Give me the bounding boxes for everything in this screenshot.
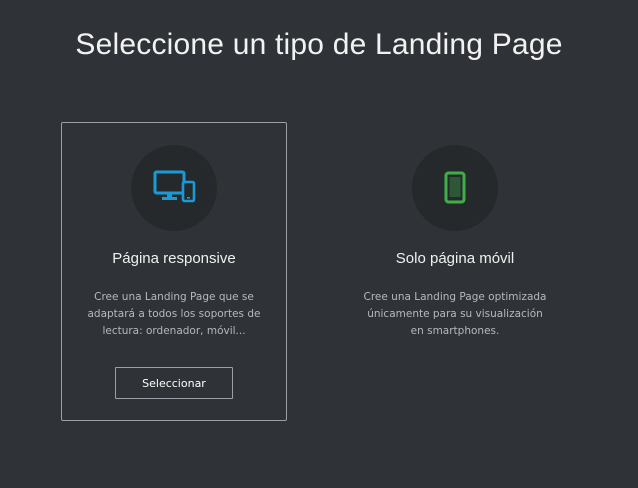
icon-circle bbox=[131, 145, 217, 231]
option-title: Página responsive bbox=[112, 250, 236, 267]
devices-icon bbox=[153, 170, 196, 203]
smartphone-icon bbox=[444, 171, 466, 204]
option-title: Solo página móvil bbox=[395, 250, 515, 267]
page-title: Seleccione un tipo de Landing Page bbox=[75, 28, 563, 61]
option-description: Cree una Landing Page optimizada únicame… bbox=[363, 291, 547, 337]
option-card-responsive[interactable]: Página responsive Cree una Landing Page … bbox=[61, 122, 287, 421]
landing-page-type-selector: Seleccione un tipo de Landing Page Págin… bbox=[0, 0, 638, 488]
option-card-mobile[interactable]: Solo página móvil Cree una Landing Page … bbox=[342, 122, 568, 421]
icon-circle bbox=[412, 145, 498, 231]
option-description: Cree una Landing Page que se adaptará a … bbox=[87, 291, 261, 337]
select-button[interactable]: Seleccionar bbox=[115, 367, 233, 399]
